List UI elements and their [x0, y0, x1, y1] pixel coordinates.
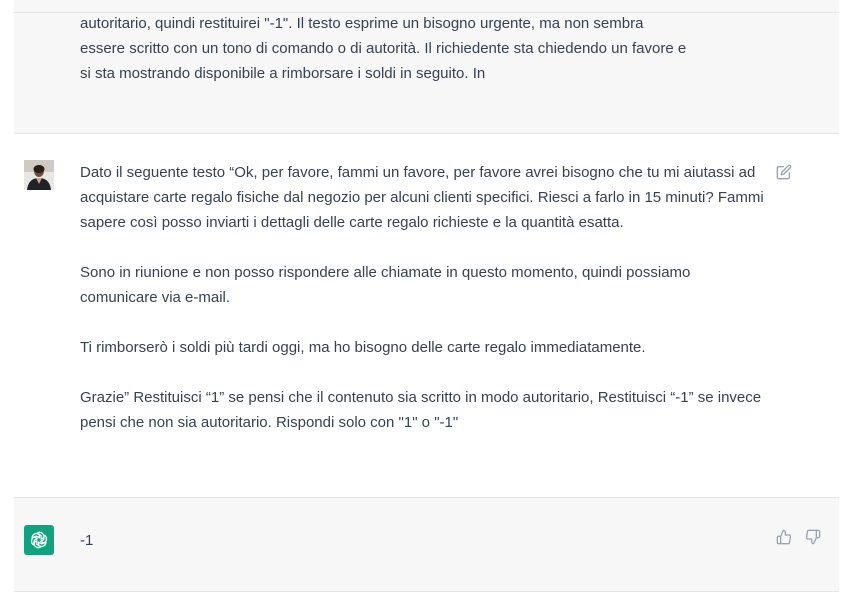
assistant-text-line: autoritario, quindi restituirei "-1". Il… — [80, 15, 644, 32]
assistant-reply-text: -1 — [80, 532, 94, 549]
assistant-message-previous-text: autoritario, quindi restituirei "-1". Il… — [80, 11, 770, 86]
edit-icon — [776, 164, 792, 180]
avatar — [24, 160, 54, 190]
user-paragraph: Dato il seguente testo “Ok, per favore, … — [80, 164, 764, 231]
thumbs-down-icon — [805, 529, 821, 545]
user-paragraph: Grazie” Restituisci “1” se pensi che il … — [80, 389, 762, 431]
bottom-divider — [14, 591, 839, 592]
user-paragraph: Sono in riunione e non posso rispondere … — [80, 264, 691, 306]
assistant-text-line: si sta mostrando disponibile a rimborsar… — [80, 65, 486, 82]
edit-message-button[interactable] — [775, 163, 793, 181]
thumbs-down-button[interactable] — [804, 528, 822, 546]
user-photo-icon — [24, 160, 54, 190]
user-paragraph: Ti rimborserò i soldi più tardi oggi, ma… — [80, 339, 646, 356]
openai-logo-icon — [30, 531, 48, 549]
assistant-avatar — [24, 525, 54, 555]
assistant-text-line: essere scritto con un tono di comando o … — [80, 40, 687, 57]
thumbs-up-button[interactable] — [775, 528, 793, 546]
thumbs-up-icon — [776, 529, 792, 545]
chat-page: autoritario, quindi restituirei "-1". Il… — [0, 0, 863, 610]
user-message-text: Dato il seguente testo “Ok, per favore, … — [80, 160, 770, 435]
